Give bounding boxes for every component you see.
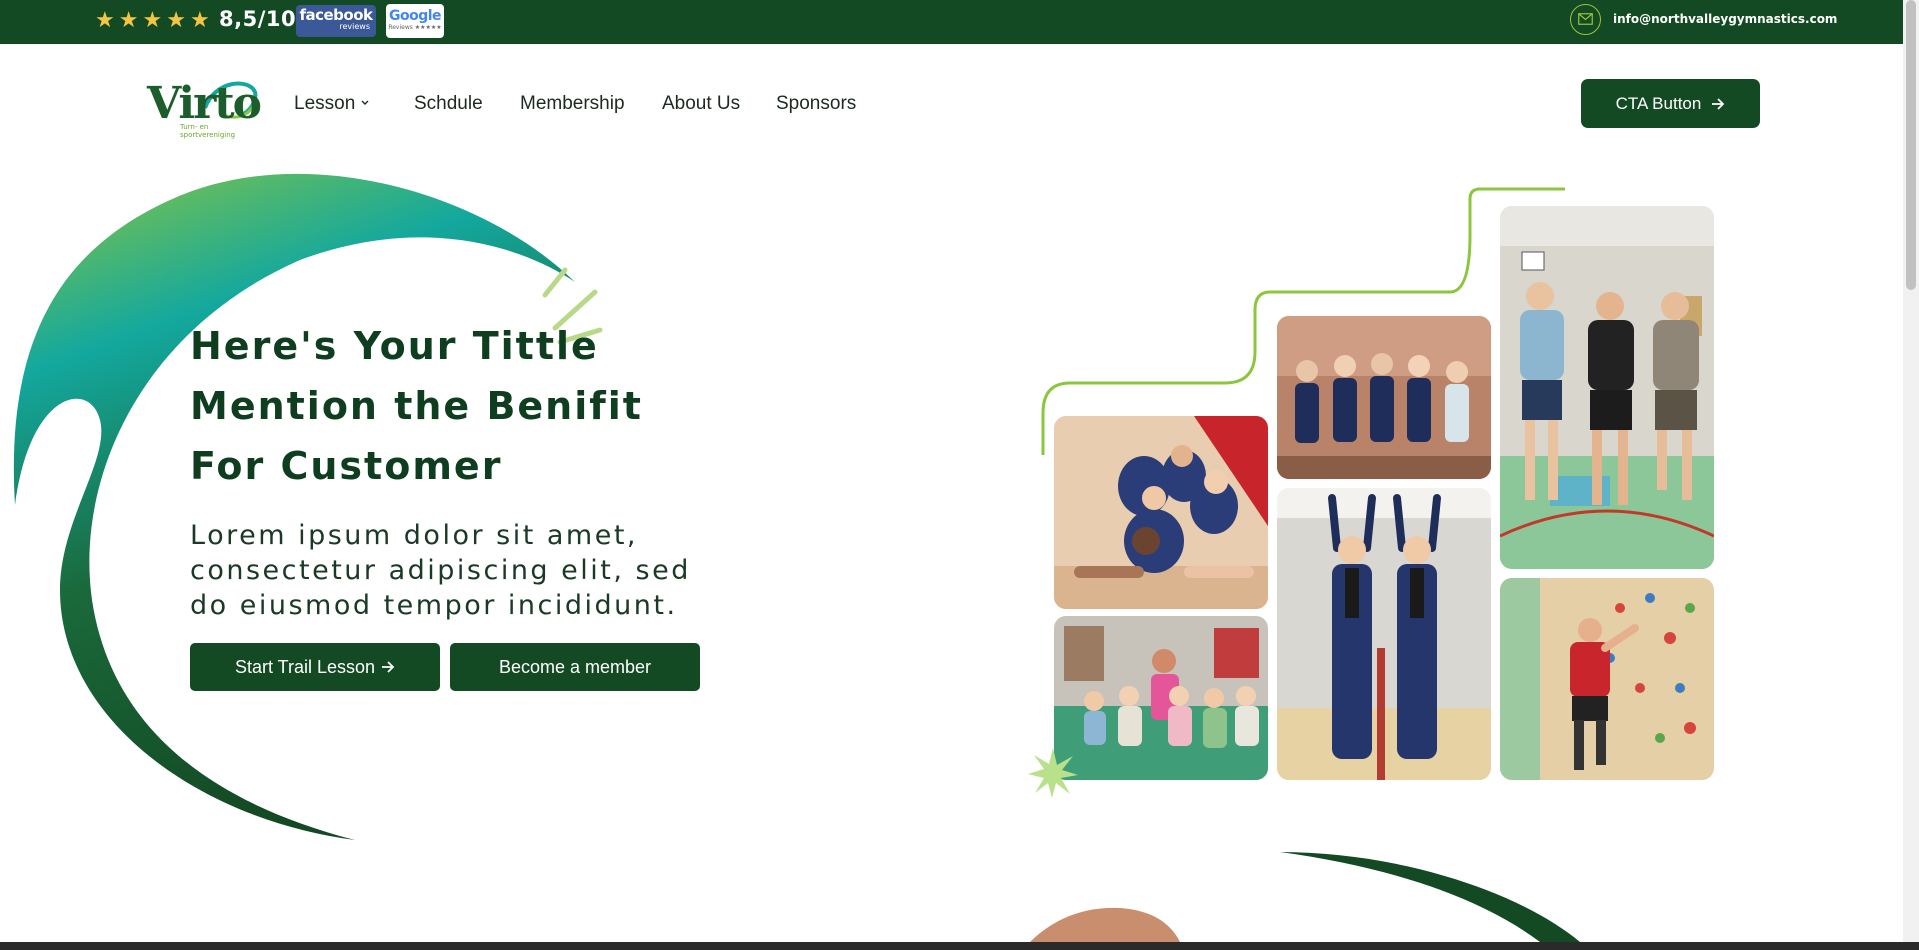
arrow-right-icon (1712, 97, 1725, 110)
mail-icon[interactable] (1570, 4, 1601, 35)
gallery-photo-girls-split[interactable] (1054, 416, 1268, 609)
nav-item-sponsors[interactable]: Sponsors (776, 93, 856, 115)
nav-item-membership[interactable]: Membership (520, 93, 625, 115)
star-icon: ★ (142, 8, 163, 33)
start-trial-lesson-button[interactable]: Start Trail Lesson (190, 643, 440, 691)
bottom-swoosh-shape (1280, 852, 1580, 942)
nav-item-about-us[interactable]: About Us (662, 93, 740, 115)
hero-swoosh-shape (13, 173, 603, 840)
hero-title-line: For Customer (190, 444, 503, 488)
top-bar: ★ ★ ★ ★ ★ 8,5/10 facebook reviews Google… (0, 0, 1919, 44)
nav-item-lesson[interactable]: Lesson (294, 93, 355, 115)
hero-title-line: Here's Your Tittle (190, 324, 599, 368)
star-icon: ★ (118, 8, 139, 33)
site-logo[interactable]: Virto Turn- en sportvereniging (147, 78, 262, 140)
facebook-reviews-badge[interactable]: facebook reviews (296, 5, 376, 37)
star-icon: ★ (95, 8, 115, 33)
arrow-right-icon (382, 661, 395, 673)
logo-tagline: Turn- en sportvereniging (180, 123, 236, 139)
gallery-photo-teen-team[interactable] (1277, 316, 1491, 479)
hand-image-fragment (1030, 907, 1180, 942)
rating-score: 8,5/10 (219, 7, 297, 31)
contact-email-link[interactable]: info@northvalleygymnastics.com (1613, 12, 1837, 26)
hero-title: Here's Your Tittle Mention the Benifit F… (190, 316, 710, 496)
google-reviews-badge[interactable]: Google Reviews ★★★★★ (386, 4, 444, 38)
start-trial-lesson-label: Start Trail Lesson (234, 656, 376, 677)
facebook-badge-label: facebook (299, 6, 373, 24)
chevron-down-icon[interactable] (361, 99, 369, 107)
facebook-badge-sub: reviews (339, 22, 370, 31)
become-member-label: Become a member (498, 656, 652, 677)
rating-stars: ★ ★ ★ ★ ★ (95, 9, 210, 33)
become-member-button[interactable]: Become a member (450, 643, 700, 691)
cta-button[interactable]: CTA Button (1581, 79, 1760, 128)
cta-button-label: CTA Button (1615, 93, 1702, 113)
nav-item-schedule[interactable]: Schdule (414, 93, 483, 115)
gallery-photo-climbing-wall[interactable] (1500, 578, 1714, 780)
google-badge-sub: Reviews ★★★★★ (388, 24, 442, 31)
star-icon: ★ (189, 8, 210, 33)
os-taskbar (0, 942, 1919, 950)
star-icon: ★ (166, 8, 186, 33)
hero-subtitle: Lorem ipsum dolor sit amet, consectetur … (190, 520, 691, 621)
google-badge-label: Google (388, 8, 442, 24)
scrollbar-thumb[interactable] (1906, 0, 1916, 290)
logo-wordmark: Virto (147, 78, 262, 129)
gallery-photo-twins-arms-up[interactable] (1277, 488, 1491, 780)
hero-title-line: Mention the Benifit (190, 384, 643, 428)
starburst-icon (1028, 748, 1078, 798)
gallery-photo-seniors-gym[interactable] (1500, 206, 1714, 569)
gallery-photo-kids-group[interactable] (1054, 616, 1268, 780)
